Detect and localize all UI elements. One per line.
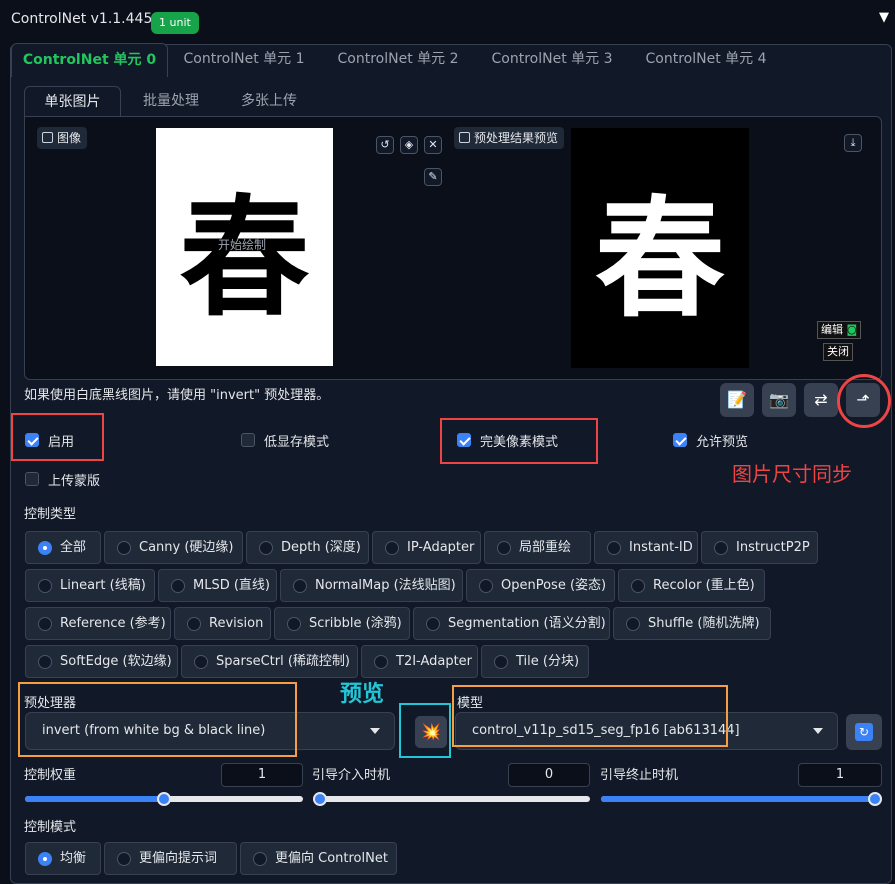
control-type-softedge[interactable]: SoftEdge (软边缘) bbox=[25, 645, 178, 678]
control-type-normalmap[interactable]: NormalMap (法线贴图) bbox=[280, 569, 463, 602]
end-step-input[interactable]: 1 bbox=[798, 763, 882, 787]
control-type-tile[interactable]: Tile (分块) bbox=[481, 645, 589, 678]
control-type-lineart[interactable]: Lineart (线稿) bbox=[25, 569, 155, 602]
control-type-openpose[interactable]: OpenPose (姿态) bbox=[466, 569, 615, 602]
upload-mask-checkbox[interactable] bbox=[25, 472, 39, 486]
allow-preview-checkbox[interactable] bbox=[673, 433, 687, 447]
control-type-inpaint[interactable]: 局部重绘 bbox=[484, 531, 591, 564]
refresh-icon: ↻ bbox=[855, 723, 873, 741]
image-panel bbox=[24, 116, 882, 380]
highlight-model bbox=[452, 685, 728, 747]
eraser-icon[interactable]: ◈ bbox=[400, 136, 418, 154]
edit-button[interactable]: 编辑 ◙ bbox=[817, 321, 862, 339]
control-type-t2i-adapter[interactable]: T2I-Adapter bbox=[361, 645, 478, 678]
control-mode-controlnet[interactable]: 更偏向 ControlNet bbox=[240, 842, 397, 875]
control-type-instant-id[interactable]: Instant-ID bbox=[594, 531, 698, 564]
undo-icon[interactable]: ↺ bbox=[376, 136, 394, 154]
control-type-shuffle[interactable]: Shuffle (随机洗牌) bbox=[613, 607, 771, 640]
chevron-down-icon bbox=[813, 728, 823, 734]
control-type-scribble[interactable]: Scribble (涂鸦) bbox=[274, 607, 410, 640]
control-type-depth[interactable]: Depth (深度) bbox=[246, 531, 369, 564]
run-preprocessor-icon[interactable]: 💥 bbox=[415, 716, 447, 748]
control-type-mlsd[interactable]: MLSD (直线) bbox=[158, 569, 277, 602]
control-mode-label: 控制模式 bbox=[24, 820, 77, 835]
control-weight-slider[interactable] bbox=[25, 792, 303, 806]
invert-hint: 如果使用白底黑线图片，请使用 "invert" 预处理器。 bbox=[24, 388, 330, 403]
enable-label: 启用 bbox=[48, 435, 75, 450]
close-preview-button[interactable]: 关闭 bbox=[823, 343, 853, 361]
control-type-canny[interactable]: Canny (硬边缘) bbox=[104, 531, 243, 564]
collapse-icon[interactable]: ▼ bbox=[879, 10, 889, 25]
swap-icon[interactable]: ⇄ bbox=[804, 383, 838, 417]
slider-thumb bbox=[868, 792, 882, 806]
control-type-instructp2p[interactable]: InstructP2P bbox=[701, 531, 818, 564]
slider-thumb bbox=[313, 792, 327, 806]
tab-unit-3[interactable]: ControlNet 单元 3 bbox=[476, 43, 628, 76]
annotation-size-sync: 图片尺寸同步 bbox=[732, 462, 852, 486]
control-weight-label: 控制权重 bbox=[24, 768, 77, 783]
control-type-all[interactable]: 全部 bbox=[25, 531, 101, 564]
low-vram-checkbox[interactable] bbox=[241, 433, 255, 447]
low-vram-label: 低显存模式 bbox=[264, 435, 330, 450]
control-type-sparsectrl[interactable]: SparseCtrl (稀疏控制) bbox=[181, 645, 358, 678]
tab-batch[interactable]: 批量处理 bbox=[126, 86, 216, 116]
slider-fill bbox=[25, 796, 164, 802]
start-step-label: 引导介入时机 bbox=[312, 768, 391, 783]
annotation-preview: 预览 bbox=[340, 682, 385, 707]
control-type-recolor[interactable]: Recolor (重上色) bbox=[618, 569, 765, 602]
tab-multi-upload[interactable]: 多张上传 bbox=[222, 86, 316, 116]
tab-unit-4[interactable]: ControlNet 单元 4 bbox=[630, 43, 782, 76]
allow-preview-label: 允许预览 bbox=[696, 435, 749, 450]
control-mode-prompt[interactable]: 更偏向提示词 bbox=[104, 842, 237, 875]
preview-image-label: 预处理结果预览 bbox=[454, 127, 565, 149]
unit-count-badge: 1 unit bbox=[151, 12, 199, 34]
control-type-ip-adapter[interactable]: IP-Adapter bbox=[372, 531, 481, 564]
slider-fill bbox=[601, 796, 882, 802]
control-type-revision[interactable]: Revision bbox=[174, 607, 271, 640]
refresh-models-button[interactable]: ↻ bbox=[846, 714, 882, 750]
end-step-label: 引导终止时机 bbox=[600, 768, 679, 783]
control-type-segmentation[interactable]: Segmentation (语义分割) bbox=[413, 607, 610, 640]
input-image-label: 图像 bbox=[37, 127, 88, 149]
spring-glyph-inverted: 春 bbox=[594, 182, 725, 335]
control-weight-input[interactable]: 1 bbox=[221, 763, 303, 787]
preprocessor-preview-image: 春 bbox=[571, 128, 749, 368]
upload-mask-label: 上传蒙版 bbox=[48, 474, 101, 489]
enable-checkbox[interactable] bbox=[25, 433, 39, 447]
close-icon[interactable]: ✕ bbox=[424, 136, 442, 154]
highlight-circle bbox=[837, 374, 891, 428]
control-type-reference[interactable]: Reference (参考) bbox=[25, 607, 171, 640]
start-step-slider[interactable] bbox=[313, 792, 590, 806]
highlight-preprocessor bbox=[18, 682, 297, 757]
control-type-label: 控制类型 bbox=[24, 507, 77, 522]
image-icon bbox=[42, 132, 53, 143]
pixel-perfect-label: 完美像素模式 bbox=[480, 435, 559, 450]
start-step-input[interactable]: 0 bbox=[508, 763, 590, 787]
tab-unit-1[interactable]: ControlNet 单元 1 bbox=[168, 43, 320, 76]
control-mode-balanced[interactable]: 均衡 bbox=[25, 842, 101, 875]
pixel-perfect-checkbox[interactable] bbox=[457, 433, 471, 447]
canvas-hint: 开始绘制 bbox=[218, 238, 267, 252]
tab-unit-2[interactable]: ControlNet 单元 2 bbox=[322, 43, 474, 76]
slider-thumb bbox=[157, 792, 171, 806]
panel-title: ControlNet v1.1.445 bbox=[11, 11, 153, 27]
download-icon[interactable]: ⤓ bbox=[844, 134, 862, 152]
input-image-canvas[interactable]: 春 开始绘制 bbox=[156, 128, 333, 366]
chevron-down-icon bbox=[370, 728, 380, 734]
camera-icon[interactable]: 📷 bbox=[762, 383, 796, 417]
brush-icon[interactable]: ✎ bbox=[424, 168, 442, 186]
tab-single-image[interactable]: 单张图片 bbox=[24, 86, 121, 116]
end-step-slider[interactable] bbox=[601, 792, 882, 806]
tab-unit-0[interactable]: ControlNet 单元 0 bbox=[11, 43, 168, 77]
notes-icon[interactable]: 📝 bbox=[720, 383, 754, 417]
image-icon bbox=[459, 132, 470, 143]
